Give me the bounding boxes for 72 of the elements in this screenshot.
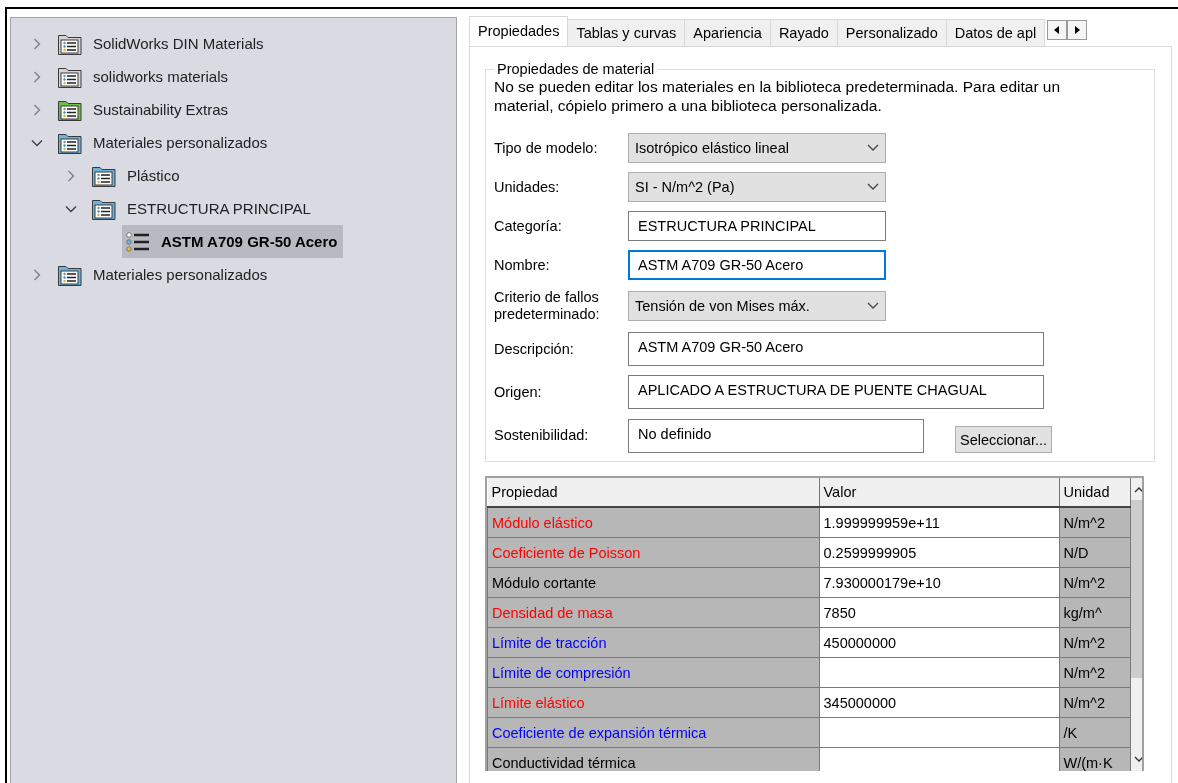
field-label: Criterio de fallos predeterminado: (494, 289, 601, 323)
tree-item[interactable]: solidworks materials (57, 60, 235, 93)
table-cell: Límite elástico (487, 687, 819, 718)
tab[interactable]: Tablas y curvas (568, 19, 686, 46)
table-cell: Densidad de masa (487, 597, 819, 628)
expand-chevron-icon[interactable] (31, 37, 43, 50)
expand-chevron-icon[interactable] (31, 70, 43, 83)
tree-item[interactable]: ESTRUCTURA PRINCIPAL (91, 192, 317, 225)
table-cell[interactable]: 345000000 (819, 687, 1059, 718)
table-cell: Coeficiente de Poisson (487, 537, 819, 568)
table-cell[interactable]: 7.930000179e+10 (819, 567, 1059, 598)
field-label: Descripción: (494, 340, 575, 358)
table-cell: N/m^2 (1059, 687, 1130, 718)
table-cell[interactable]: 450000000 (819, 627, 1059, 658)
table-cell: kg/m^ (1059, 597, 1130, 628)
tab[interactable]: Datos de apl (946, 19, 1046, 46)
table-cell[interactable]: 7850 (819, 597, 1059, 628)
tab[interactable]: Apariencia (685, 19, 771, 46)
table-cell: N/m^2 (1059, 507, 1130, 538)
table-cell: Módulo elástico (487, 507, 819, 538)
scroll-left-icon[interactable] (1047, 20, 1068, 40)
scroll-down-icon[interactable] (1133, 755, 1142, 763)
tab[interactable]: Personalizado (837, 19, 947, 46)
table-cell: Coeficiente de expansión térmica (487, 717, 819, 748)
expand-chevron-icon[interactable] (65, 169, 77, 182)
info-text: No se pueden editar los materiales en la biblioteca predeterminada. Para editar un material, cópielo primero a una biblioteca personalizada. (494, 77, 1062, 115)
tab[interactable]: Propiedades (469, 16, 569, 46)
tab[interactable]: Rayado (770, 19, 838, 46)
table-cell: Límite de compresión (487, 657, 819, 688)
table-cell[interactable] (819, 747, 1059, 771)
tree-item[interactable]: Materiales personalizados (57, 126, 274, 159)
table-cell: Conductividad térmica (487, 747, 819, 771)
column-header[interactable]: Propiedad (487, 478, 819, 507)
table-cell: Módulo cortante (487, 567, 819, 598)
field-label: Nombre: (494, 256, 551, 274)
dropdown[interactable]: Tensión de von Mises máx. (628, 291, 886, 321)
table-cell[interactable] (819, 717, 1059, 748)
expand-chevron-icon[interactable] (31, 103, 43, 116)
tree-item[interactable]: SolidWorks DIN Materials (57, 27, 270, 60)
input-field[interactable]: ASTM A709 GR-50 Acero (628, 332, 1044, 366)
field-label: Origen: (494, 383, 543, 401)
group-title: Propiedades de material (496, 61, 656, 77)
table-cell: /K (1059, 717, 1130, 748)
table-cell: N/m^2 (1059, 657, 1130, 688)
tree-item[interactable]: Sustainability Extras (57, 93, 235, 126)
input-field[interactable]: ASTM A709 GR-50 Acero (628, 250, 886, 280)
material-list-icon (125, 229, 151, 254)
tree-item[interactable]: Materiales personalizados (57, 258, 274, 291)
input-field[interactable]: ESTRUCTURA PRINCIPAL (628, 211, 886, 241)
column-header[interactable]: Unidad (1059, 478, 1130, 507)
field-label: Unidades: (494, 178, 561, 196)
tree-item[interactable]: ASTM A709 GR-50 Acero (122, 225, 344, 258)
scroll-right-icon[interactable] (1067, 20, 1088, 40)
table-cell[interactable]: 0.2599999905 (819, 537, 1059, 568)
input-field[interactable]: No definido (628, 418, 924, 453)
field-label: Sostenibilidad: (494, 427, 590, 444)
table-cell: N/D (1059, 537, 1130, 568)
select-button[interactable]: Seleccionar... (955, 426, 1053, 453)
table-cell[interactable] (819, 657, 1059, 688)
table-cell[interactable]: 1.999999959e+11 (819, 507, 1059, 538)
column-header[interactable]: Valor (819, 478, 1059, 507)
tree-item[interactable]: Plástico (91, 159, 186, 192)
field-label: Categoría: (494, 217, 563, 235)
field-label: Tipo de modelo: (494, 139, 599, 157)
dropdown[interactable]: SI - N/m^2 (Pa) (628, 172, 886, 202)
expand-chevron-icon[interactable] (31, 268, 43, 281)
table-cell: Límite de tracción (487, 627, 819, 658)
table-cell: N/m^2 (1059, 627, 1130, 658)
scroll-up-icon[interactable] (1133, 486, 1142, 494)
dropdown[interactable]: Isotrópico elástico lineal (628, 133, 886, 163)
input-field[interactable]: APLICADO A ESTRUCTURA DE PUENTE CHAGUAL (628, 375, 1044, 409)
table-cell: N/m^2 (1059, 567, 1130, 598)
